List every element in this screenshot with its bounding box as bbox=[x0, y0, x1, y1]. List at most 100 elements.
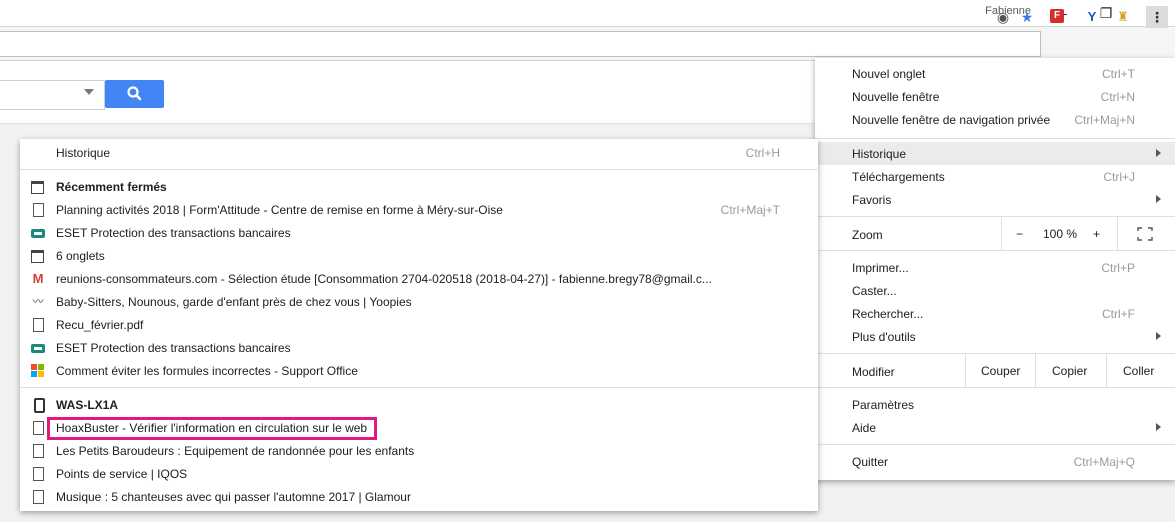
history-item[interactable]: Les Petits Baroudeurs : Equipement de ra… bbox=[20, 440, 818, 463]
menu-separator bbox=[20, 387, 818, 388]
history-item-shortcut: Ctrl+Maj+T bbox=[720, 203, 780, 217]
zoom-out-button[interactable]: − bbox=[1016, 227, 1023, 251]
menu-item-imprimer[interactable]: Imprimer... bbox=[852, 261, 909, 275]
zoom-in-button[interactable]: + bbox=[1093, 227, 1100, 251]
menu-item-nouvel-onglet[interactable]: Nouvel onglet bbox=[852, 67, 925, 81]
menu-divider bbox=[1106, 354, 1107, 387]
yoopies-icon: 〰 bbox=[32, 296, 44, 308]
ext-figure-icon[interactable]: ♜ bbox=[1114, 8, 1132, 26]
history-header-shortcut: Ctrl+H bbox=[745, 146, 780, 160]
page-icon bbox=[33, 421, 44, 435]
eset-icon bbox=[31, 229, 45, 238]
menu-item-nouvelle-fenetre[interactable]: Nouvelle fenêtre bbox=[852, 90, 939, 104]
shortcut-imprimer: Ctrl+P bbox=[1101, 261, 1135, 275]
history-submenu: Historique Ctrl+H Récemment fermés Plann… bbox=[20, 139, 818, 511]
menu-item-modifier: Modifier bbox=[852, 365, 895, 379]
history-item-label: Musique : 5 chanteuses avec qui passer l… bbox=[56, 490, 411, 504]
history-item[interactable]: Musique : 5 chanteuses avec qui passer l… bbox=[20, 486, 818, 509]
menu-divider bbox=[1035, 354, 1036, 387]
history-header-label: Historique bbox=[56, 146, 111, 160]
submenu-arrow-icon bbox=[1156, 149, 1161, 157]
eye-icon[interactable]: ◉ bbox=[994, 8, 1012, 26]
device-header: WAS-LX1A bbox=[20, 394, 818, 417]
shortcut-nouvelle-fenetre: Ctrl+N bbox=[1100, 90, 1135, 104]
page-icon bbox=[33, 318, 44, 332]
submenu-arrow-icon bbox=[1156, 423, 1161, 431]
menu-item-historique[interactable]: Historique bbox=[852, 147, 906, 161]
chrome-main-menu: Nouvel onglet Ctrl+T Nouvelle fenêtre Ct… bbox=[815, 58, 1175, 480]
menu-item-parametres[interactable]: Paramètres bbox=[852, 398, 914, 412]
history-item[interactable]: M reunions-consommateurs.com - Sélection… bbox=[20, 268, 818, 291]
history-item[interactable]: 〰 Baby-Sitters, Nounous, garde d'enfant … bbox=[20, 291, 818, 314]
history-item-label: Comment éviter les formules incorrectes … bbox=[56, 364, 358, 378]
search-icon bbox=[127, 86, 142, 101]
menu-item-telechargements[interactable]: Téléchargements bbox=[852, 170, 945, 184]
device-title: WAS-LX1A bbox=[56, 398, 119, 412]
gmail-icon: M bbox=[32, 271, 44, 286]
shortcut-quitter: Ctrl+Maj+Q bbox=[1073, 455, 1135, 469]
history-item[interactable]: Comment éviter les formules incorrectes … bbox=[20, 360, 818, 383]
address-bar[interactable] bbox=[0, 31, 1041, 57]
menu-separator bbox=[815, 444, 1175, 445]
submenu-arrow-icon bbox=[1156, 195, 1161, 203]
zoom-level: 100 % bbox=[1043, 227, 1078, 241]
history-item-label: ESET Protection des transactions bancair… bbox=[56, 226, 291, 240]
browser-toolbar bbox=[0, 27, 1175, 61]
menu-item-zoom: Zoom bbox=[852, 228, 883, 242]
history-item[interactable]: ESET Protection des transactions bancair… bbox=[20, 337, 818, 360]
menu-divider bbox=[1001, 217, 1002, 250]
menu-item-plus-outils[interactable]: Plus d'outils bbox=[852, 330, 916, 344]
history-item-label: Points de service | IQOS bbox=[56, 467, 188, 481]
phone-icon bbox=[34, 398, 45, 413]
history-item-label: Les Petits Baroudeurs : Equipement de ra… bbox=[56, 444, 415, 458]
chrome-menu-icon[interactable]: ⋮ bbox=[1146, 6, 1168, 28]
menu-separator bbox=[815, 216, 1175, 217]
menu-item-caster[interactable]: Caster... bbox=[852, 284, 897, 298]
history-item[interactable]: 6 onglets bbox=[20, 245, 818, 268]
menu-item-aide[interactable]: Aide bbox=[852, 421, 876, 435]
search-button[interactable] bbox=[105, 80, 164, 108]
menu-separator bbox=[815, 353, 1175, 354]
menu-separator bbox=[815, 138, 1175, 139]
page-search-input[interactable] bbox=[0, 80, 105, 110]
menu-separator bbox=[815, 250, 1175, 251]
page-icon bbox=[33, 444, 44, 458]
history-item-label: Baby-Sitters, Nounous, garde d'enfant pr… bbox=[56, 295, 412, 309]
window-icon bbox=[31, 250, 44, 263]
copier-button[interactable]: Copier bbox=[1052, 364, 1087, 388]
menu-item-quitter[interactable]: Quitter bbox=[852, 455, 888, 469]
history-item-label: 6 onglets bbox=[56, 249, 105, 263]
menu-divider bbox=[965, 354, 966, 387]
menu-item-navigation-privee[interactable]: Nouvelle fenêtre de navigation privée bbox=[852, 113, 1050, 127]
history-item[interactable]: Points de service | IQOS bbox=[20, 463, 818, 486]
page-icon bbox=[33, 203, 44, 217]
recent-closed-title: Récemment fermés bbox=[56, 180, 167, 194]
history-item-historique[interactable]: Historique Ctrl+H bbox=[20, 142, 818, 165]
couper-button[interactable]: Couper bbox=[981, 364, 1020, 388]
history-item[interactable]: Planning activités 2018 | Form'Attitude … bbox=[20, 199, 818, 222]
shortcut-navigation-privee: Ctrl+Maj+N bbox=[1074, 113, 1135, 127]
history-item-label: Recu_février.pdf bbox=[56, 318, 144, 332]
coller-button[interactable]: Coller bbox=[1123, 364, 1154, 388]
fullscreen-icon[interactable] bbox=[1137, 227, 1153, 241]
menu-separator bbox=[20, 169, 818, 170]
eset-icon bbox=[31, 344, 45, 353]
recent-closed-header: Récemment fermés bbox=[20, 176, 818, 199]
window-icon bbox=[31, 181, 44, 194]
history-item-label: ESET Protection des transactions bancair… bbox=[56, 341, 291, 355]
chevron-down-icon[interactable] bbox=[84, 89, 94, 95]
menu-item-favoris[interactable]: Favoris bbox=[852, 193, 891, 207]
microsoft-icon bbox=[31, 364, 45, 378]
shortcut-telechargements: Ctrl+J bbox=[1103, 170, 1135, 184]
page-icon bbox=[33, 490, 44, 504]
flipboard-extension-icon[interactable]: F bbox=[1050, 9, 1064, 23]
shortcut-nouvel-onglet: Ctrl+T bbox=[1102, 67, 1135, 81]
bookmark-star-icon[interactable]: ★ bbox=[1018, 8, 1036, 26]
history-item[interactable]: ESET Protection des transactions bancair… bbox=[20, 222, 818, 245]
page-icon bbox=[33, 467, 44, 481]
menu-divider bbox=[1117, 217, 1118, 250]
menu-item-rechercher[interactable]: Rechercher... bbox=[852, 307, 923, 321]
ext-y-icon[interactable]: Y bbox=[1083, 8, 1101, 26]
history-item-label: Planning activités 2018 | Form'Attitude … bbox=[56, 203, 503, 217]
history-item[interactable]: Recu_février.pdf bbox=[20, 314, 818, 337]
